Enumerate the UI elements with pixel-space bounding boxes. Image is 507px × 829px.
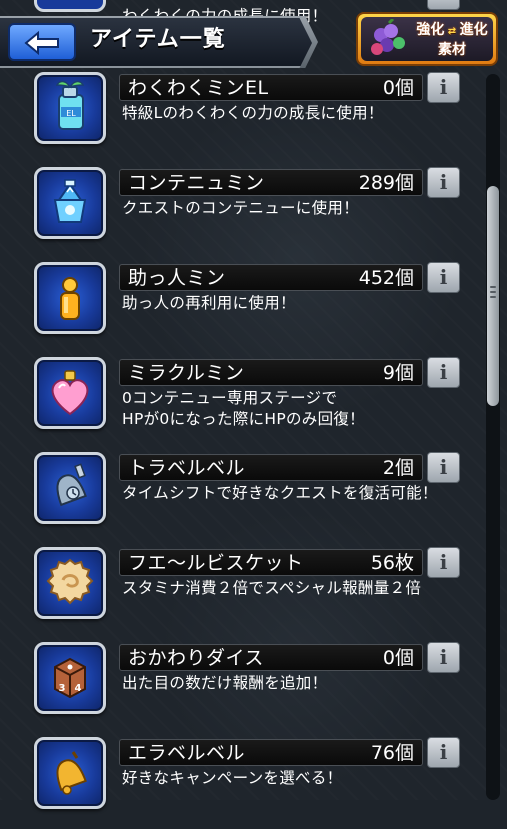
item-count: 452個 <box>358 267 414 289</box>
item-info-button[interactable]: i <box>427 737 460 768</box>
enhance-label-line1: 強化 <box>416 22 445 38</box>
scrollbar-grip-icon <box>490 286 496 302</box>
item-count: 56枚 <box>370 552 414 574</box>
item-name-bar: コンテニュミン 289個 <box>119 169 423 196</box>
scrollbar-track[interactable] <box>486 74 500 800</box>
back-arrow-icon <box>24 31 59 55</box>
enhance-label-line2: 進化 <box>459 22 488 38</box>
item-description: 助っ人の再利用に使用！ <box>122 294 296 312</box>
item-description: スタミナ消費２倍でスペシャル報酬量２倍 <box>122 579 422 597</box>
item-description: 出た目の数だけ報酬を追加！ <box>122 674 328 692</box>
item-name: おかわりダイス <box>128 647 264 669</box>
item-count: 0個 <box>382 77 414 99</box>
item-count: 0個 <box>382 647 414 669</box>
info-icon: i <box>439 170 448 194</box>
item-name: コンテニュミン <box>128 172 265 194</box>
item-info-button[interactable]: i <box>427 167 460 198</box>
info-icon: i <box>439 265 448 289</box>
svg-text:EL: EL <box>66 109 76 118</box>
page-title: アイテム一覧 <box>90 27 226 52</box>
item-name-bar: エラベルベル 76個 <box>119 739 423 766</box>
list-item[interactable]: EL わくわくミンEL 0個 特級Lのわくわくの力の成長に使用！ i <box>0 72 480 164</box>
item-name-bar: おかわりダイス 0個 <box>119 644 423 671</box>
info-icon: i <box>439 75 448 99</box>
item-description: 0コンテニュー専用ステージで HPが0になった際にHPのみ回復！ <box>122 389 365 428</box>
item-name-bar: フエ～ルビスケット 56枚 <box>119 549 423 576</box>
enhance-button-inner: 強化 ⇄ 進化 素材 <box>361 17 493 61</box>
item-count: 9個 <box>382 362 414 384</box>
info-icon: i <box>439 455 448 479</box>
list-item[interactable]: トラベルベル 2個 タイムシフトで好きなクエストを復活可能！ i <box>0 452 480 544</box>
item-description: クエストのコンテニューに使用！ <box>122 199 360 217</box>
travel-bell-icon <box>34 452 106 524</box>
info-icon: i <box>439 740 448 764</box>
item-name: フエ～ルビスケット <box>128 552 304 574</box>
item-info-button[interactable]: i <box>427 357 460 388</box>
list-item[interactable]: ミラクルミン 9個 0コンテニュー専用ステージで HPが0になった際にHPのみ回… <box>0 357 480 449</box>
enhance-evolve-materials-button[interactable]: 強化 ⇄ 進化 素材 <box>356 12 498 66</box>
item-info-button[interactable]: i <box>427 642 460 673</box>
item-count: 76個 <box>370 742 414 764</box>
svg-text:3: 3 <box>59 683 66 694</box>
list-item[interactable]: エラベルベル 76個 好きなキャンペーンを選べる！ i <box>0 737 480 829</box>
info-icon: i <box>439 360 448 384</box>
item-description: タイムシフトで好きなクエストを復活可能！ <box>122 484 438 502</box>
item-name: 助っ人ミン <box>128 267 226 289</box>
item-name: ミラクルミン <box>128 362 245 384</box>
item-description: 好きなキャンペーンを選べる！ <box>122 769 343 787</box>
wakuwaku-min-el-bottle-icon: EL <box>34 72 106 144</box>
biscuit-icon <box>34 547 106 619</box>
miracle-min-heart-icon <box>34 357 106 429</box>
enhance-button-label: 強化 ⇄ 進化 素材 <box>416 22 488 58</box>
dice-icon: 3 4 <box>34 642 106 714</box>
item-name: トラベルベル <box>128 457 246 479</box>
scrollbar-thumb[interactable] <box>487 186 499 406</box>
helper-min-icon <box>34 262 106 334</box>
list-item[interactable]: 3 4 おかわりダイス 0個 出た目の数だけ報酬を追加！ i <box>0 642 480 734</box>
continue-min-icon <box>34 167 106 239</box>
item-count: 289個 <box>358 172 414 194</box>
list-item[interactable]: 助っ人ミン 452個 助っ人の再利用に使用！ i <box>0 262 480 354</box>
item-info-button[interactable]: i <box>427 262 460 293</box>
item-list[interactable]: わくわくの力の成長に使用！ EL わくわくミンEL 0個 特級Lのわくわくの力の… <box>0 0 507 809</box>
svg-text:4: 4 <box>75 683 82 694</box>
erabel-bell-icon <box>34 737 106 809</box>
item-info-button[interactable]: i <box>427 452 460 483</box>
header: アイテム一覧 強化 ⇄ 進化 素材 <box>0 0 507 68</box>
item-count: 2個 <box>382 457 414 479</box>
enhance-label-line3: 素材 <box>438 42 466 58</box>
item-name-bar: トラベルベル 2個 <box>119 454 423 481</box>
info-icon: i <box>439 645 448 669</box>
item-name: エラベルベル <box>128 742 246 764</box>
list-item[interactable]: コンテニュミン 289個 クエストのコンテニューに使用！ i <box>0 167 480 259</box>
item-name-bar: 助っ人ミン 452個 <box>119 264 423 291</box>
item-name-bar: ミラクルミン 9個 <box>119 359 423 386</box>
list-item[interactable]: フエ～ルビスケット 56枚 スタミナ消費２倍でスペシャル報酬量２倍 i <box>0 547 480 639</box>
info-icon: i <box>439 550 448 574</box>
item-description: 特級Lのわくわくの力の成長に使用！ <box>122 104 384 122</box>
back-button[interactable] <box>8 23 76 61</box>
item-info-button[interactable]: i <box>427 72 460 103</box>
item-name: わくわくミンEL <box>128 77 269 99</box>
item-name-bar: わくわくミンEL 0個 <box>119 74 423 101</box>
item-info-button[interactable]: i <box>427 547 460 578</box>
grapes-icon <box>371 19 405 55</box>
